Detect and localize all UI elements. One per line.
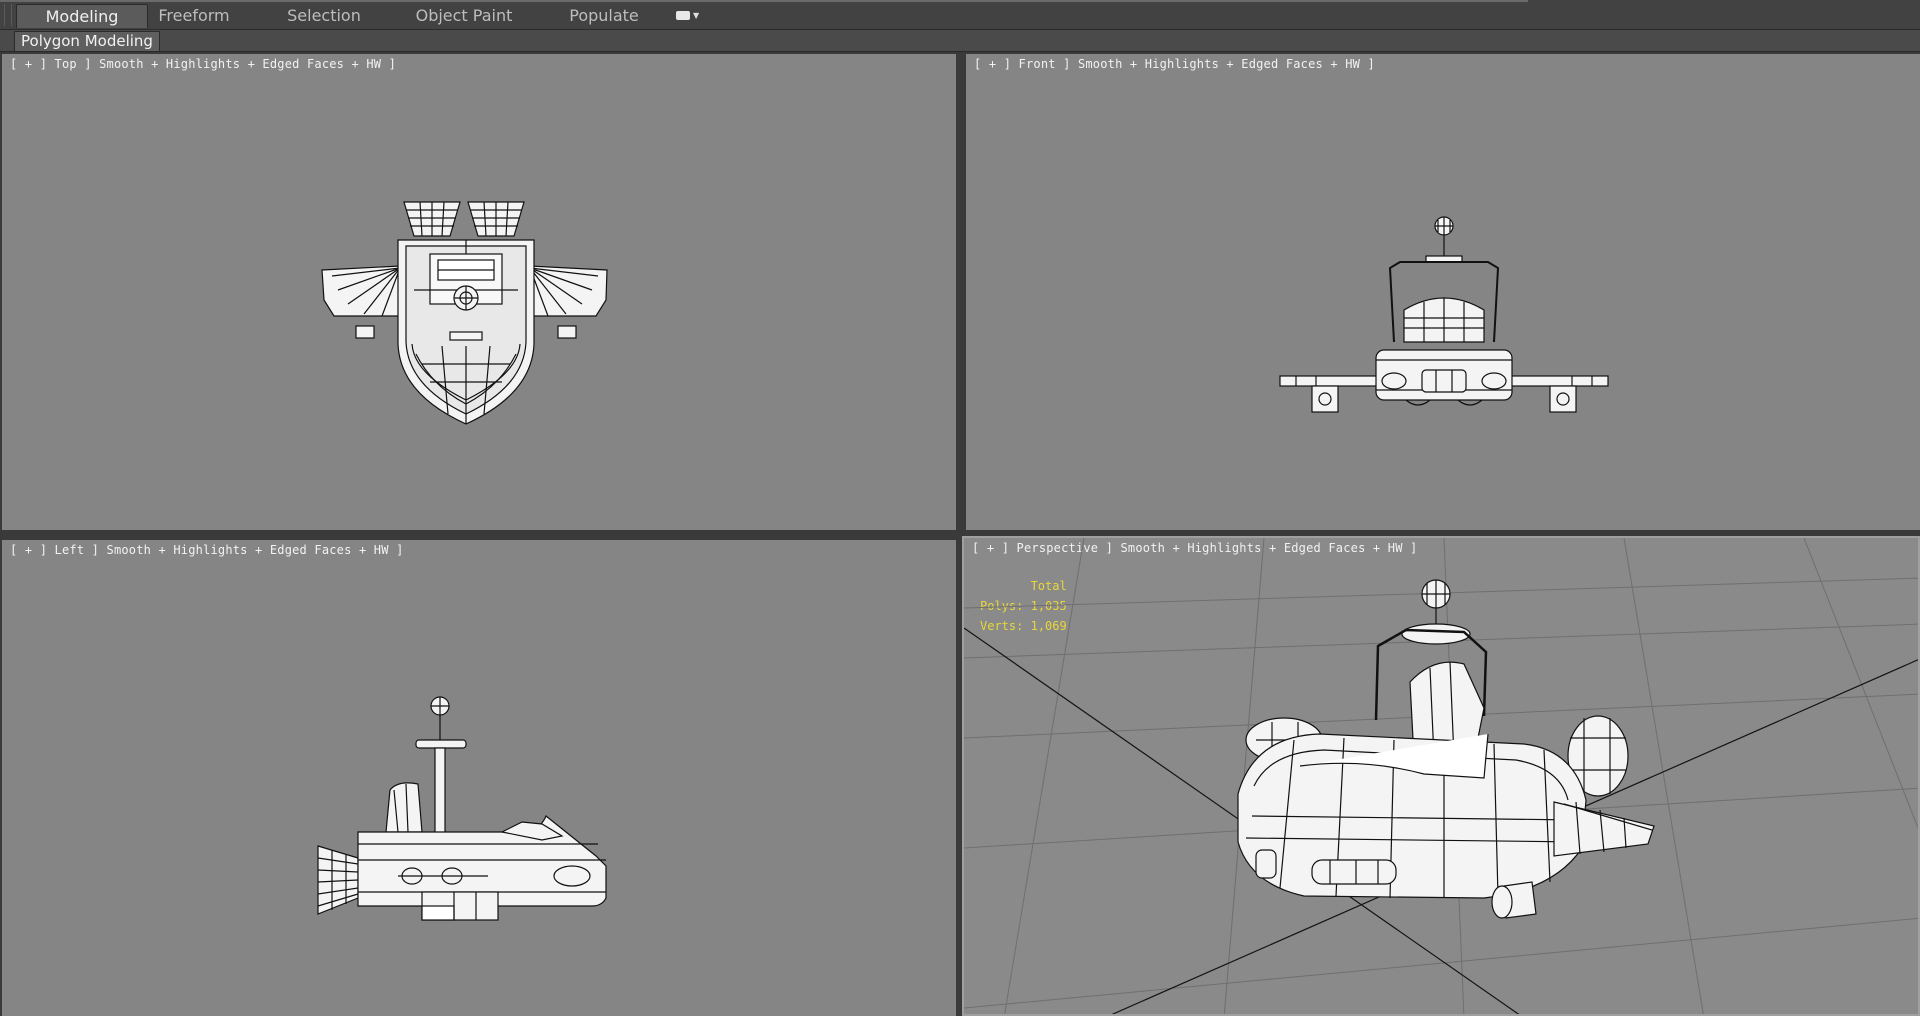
ribbon-options-box-icon: [676, 11, 690, 20]
chevron-down-icon: ▼: [693, 11, 700, 20]
vehicle-wireframe-perspective: [964, 538, 1918, 1014]
viewport-left[interactable]: [ + ] Left ] Smooth + Highlights + Edged…: [2, 540, 956, 1016]
ribbon-panel-bar: Polygon Modeling: [0, 30, 1920, 52]
viewport-perspective[interactable]: [ + ] Perspective ] Smooth + Highlights …: [962, 536, 1920, 1016]
ribbon-grip-handle[interactable]: [4, 4, 12, 26]
ribbon-options-icon[interactable]: ▼: [672, 9, 700, 23]
polygon-modeling-panel-button[interactable]: Polygon Modeling: [14, 31, 160, 52]
vehicle-wireframe-left: [317, 696, 607, 921]
ribbon-top-line: [0, 0, 1528, 2]
vehicle-wireframe-top: [321, 201, 608, 425]
ribbon-tab-bar: Modeling Freeform Selection Object Paint…: [0, 0, 1920, 30]
vehicle-wireframe-front: [1279, 216, 1609, 413]
tab-selection[interactable]: Selection: [276, 4, 372, 28]
tab-populate[interactable]: Populate: [560, 4, 648, 28]
tab-freeform[interactable]: Freeform: [148, 4, 240, 28]
viewport-top[interactable]: [ + ] Top ] Smooth + Highlights + Edged …: [2, 54, 956, 530]
viewport-front[interactable]: [ + ] Front ] Smooth + Highlights + Edge…: [966, 54, 1920, 530]
tab-modeling[interactable]: Modeling: [16, 4, 148, 28]
tab-object-paint[interactable]: Object Paint: [408, 4, 520, 28]
